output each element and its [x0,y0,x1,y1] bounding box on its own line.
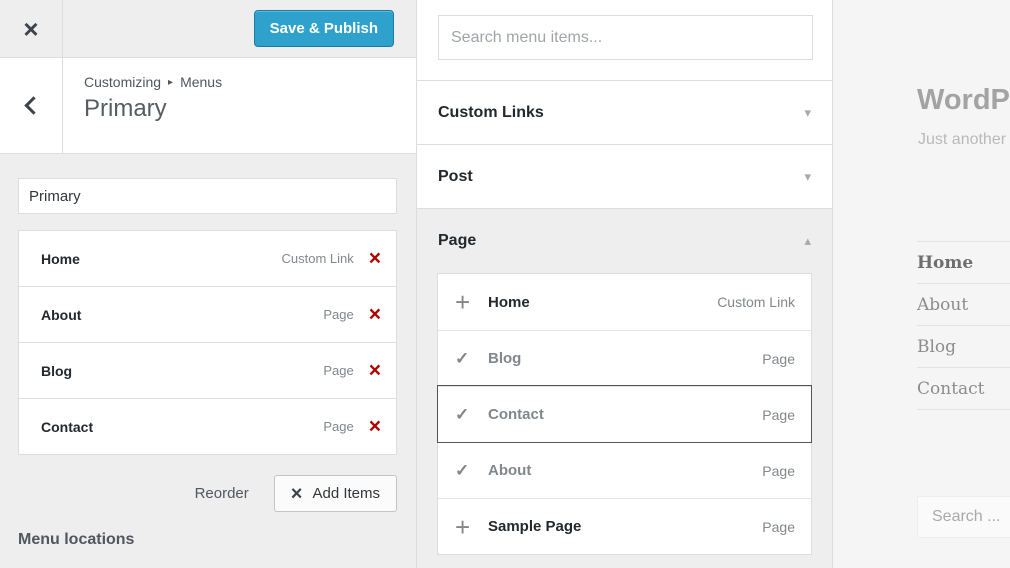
available-item-type: Page [762,519,795,535]
section-label: Custom Links [438,104,544,122]
save-publish-button[interactable]: Save & Publish [254,10,394,47]
section-custom-links[interactable]: Custom Links ▾ [417,80,832,144]
breadcrumb: Customizing ▸ Menus [84,74,222,90]
available-item-label: Blog [488,350,521,367]
preview-nav-item[interactable]: About [917,283,1010,325]
preview-nav-item[interactable]: Home [917,241,1010,283]
available-item-row[interactable]: ✓ Blog Page [438,330,811,386]
available-item-type: Page [762,407,795,423]
menu-locations-heading: Menu locations [18,531,134,549]
available-items-sections: Custom Links ▾ Post ▾ Page ▴ + Home Cust… [417,80,832,568]
preview-search-input[interactable] [917,496,1010,538]
back-button[interactable] [0,58,63,153]
menu-item-type: Page [323,419,353,434]
search-menu-items-input[interactable] [438,15,813,60]
add-items-button[interactable]: × Add Items [274,475,397,512]
chevron-up-icon: ▴ [804,233,811,249]
page-title: Primary [84,95,222,123]
section-page-header[interactable]: Page ▴ [417,209,832,273]
panel-header-text: Customizing ▸ Menus Primary [63,58,222,153]
menu-item-label: Home [41,251,80,267]
delete-item-icon[interactable]: × [369,360,381,381]
delete-item-icon[interactable]: × [369,304,381,325]
menu-actions-row: Reorder × Add Items [18,475,397,512]
section-label: Page [438,232,476,250]
breadcrumb-section: Menus [180,74,222,90]
preview-site-tagline: Just another WordPress site [918,131,1010,149]
menu-name-input[interactable] [18,178,397,214]
check-icon: ✓ [455,462,488,479]
check-icon: ✓ [455,350,488,367]
section-post[interactable]: Post ▾ [417,144,832,208]
delete-item-icon[interactable]: × [369,248,381,269]
preview-nav-item[interactable]: Contact [917,367,1010,410]
available-item-type: Page [762,463,795,479]
section-page-expanded: Page ▴ + Home Custom Link ✓ Blog Page ✓ … [417,208,832,568]
menu-item-row[interactable]: Home Custom Link × [18,230,397,287]
available-item-row-focused[interactable]: ✓ Contact Page [438,386,811,442]
menu-item-label: Blog [41,363,72,379]
menu-item-label: About [41,307,81,323]
add-items-close-icon: × [291,484,303,504]
menu-item-type: Page [323,307,353,322]
section-label: Post [438,168,473,186]
available-item-type: Page [762,351,795,367]
available-item-row[interactable]: ✓ About Page [438,442,811,498]
menu-panel-header: Customizing ▸ Menus Primary [0,58,416,154]
preview-nav-menu: Home About Blog Contact [917,241,1010,410]
preview-site-title[interactable]: WordPress [917,84,1010,117]
available-item-row[interactable]: + Sample Page Page [438,498,811,554]
chevron-down-icon: ▾ [804,169,811,185]
back-chevron-icon [24,96,42,114]
menu-item-row[interactable]: About Page × [18,286,397,343]
available-pages-list: + Home Custom Link ✓ Blog Page ✓ Contact… [437,273,812,555]
menu-item-row[interactable]: Blog Page × [18,342,397,399]
available-item-row[interactable]: + Home Custom Link [438,274,811,330]
preview-nav-item[interactable]: Blog [917,325,1010,367]
available-item-label: Contact [488,406,544,423]
delete-item-icon[interactable]: × [369,416,381,437]
site-preview-pane: WordPress Just another WordPress site Ho… [832,0,1010,568]
reorder-button[interactable]: Reorder [195,485,249,502]
close-icon: × [23,16,38,42]
available-item-type: Custom Link [717,294,795,310]
menu-item-row[interactable]: Contact Page × [18,398,397,455]
plus-icon: + [455,514,488,540]
customizer-topbar: × Save & Publish [0,0,416,58]
available-item-label: Sample Page [488,518,581,535]
menu-item-type: Page [323,363,353,378]
chevron-down-icon: ▾ [804,105,811,121]
add-items-label: Add Items [312,485,380,502]
available-items-pane: Custom Links ▾ Post ▾ Page ▴ + Home Cust… [416,0,832,568]
available-item-label: Home [488,294,530,311]
current-menu-items-list: Home Custom Link × About Page × Blog Pag… [18,230,397,455]
breadcrumb-root: Customizing [84,74,161,90]
available-item-label: About [488,462,531,479]
menu-item-type: Custom Link [281,251,353,266]
menu-item-label: Contact [41,419,93,435]
check-icon: ✓ [455,406,488,423]
breadcrumb-arrow-icon: ▸ [168,77,173,88]
plus-icon: + [455,289,488,315]
customizer-pane: × Save & Publish Customizing ▸ Menus Pri… [0,0,416,568]
close-customizer-button[interactable]: × [0,0,63,58]
